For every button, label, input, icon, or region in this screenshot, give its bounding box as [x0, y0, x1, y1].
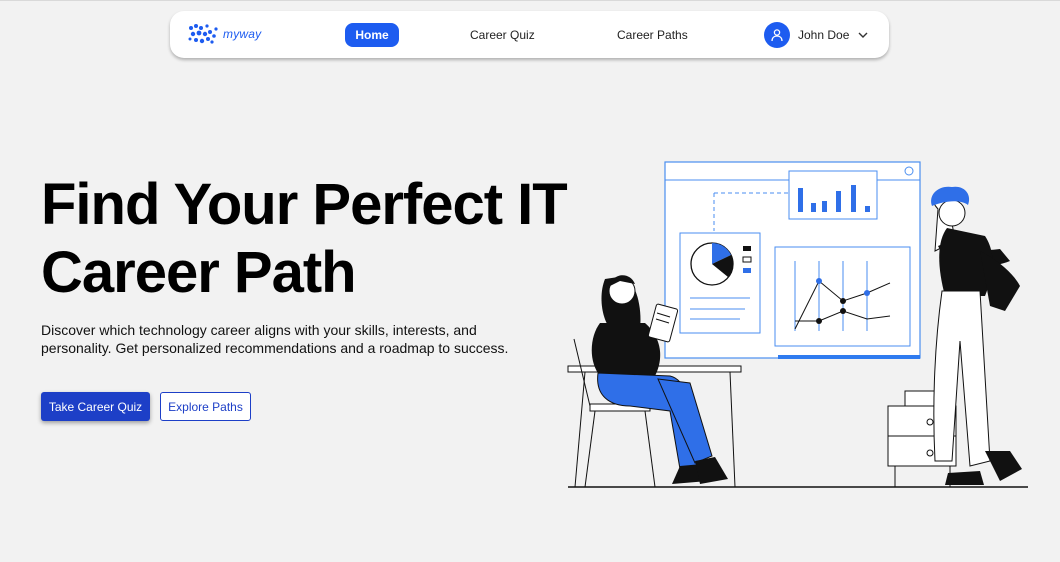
hero-title: Find Your Perfect IT Career Path	[41, 172, 568, 305]
hero-illustration	[567, 161, 1028, 488]
brand-logo[interactable]: myway	[188, 23, 261, 45]
hero-subtitle: Discover which technology career aligns …	[41, 322, 509, 356]
nav-home-link[interactable]: Home	[345, 23, 399, 47]
nav-career-paths-link[interactable]: Career Paths	[617, 23, 688, 47]
top-navbar: myway Home Career Quiz Career Paths John…	[170, 11, 889, 58]
chevron-down-icon	[858, 32, 868, 38]
logo-text: myway	[223, 27, 262, 41]
user-menu[interactable]: John Doe	[764, 22, 868, 48]
nav-career-quiz-link[interactable]: Career Quiz	[470, 23, 535, 47]
user-icon	[764, 22, 790, 48]
user-name: John Doe	[798, 28, 850, 42]
man-figure-illustration	[931, 186, 1022, 485]
explore-paths-button[interactable]: Explore Paths	[160, 392, 251, 421]
take-career-quiz-button[interactable]: Take Career Quiz	[41, 392, 150, 421]
dashboard-board-illustration	[664, 161, 921, 359]
logo-mark-icon	[188, 24, 218, 44]
